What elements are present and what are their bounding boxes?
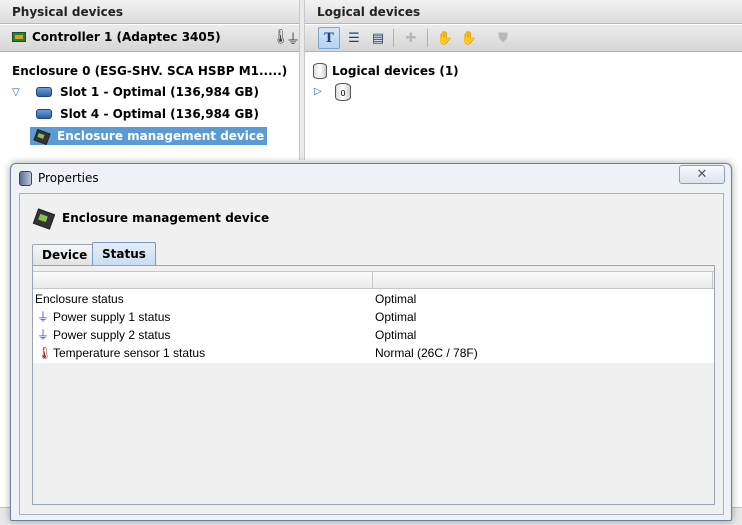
plug-icon: ⏚ [37,309,50,324]
device-heading: Enclosure management device [32,208,269,228]
add-icon[interactable]: ✚ [400,27,422,49]
properties-titlebar[interactable]: Properties [11,164,731,192]
row-name: Power supply 2 status [53,328,171,342]
table-row[interactable]: ⏚ Power supply 1 status Optimal [33,308,714,326]
row-name-cell: 🌡 Temperature sensor 1 status [37,346,205,360]
slot-4-item[interactable]: Slot 4 - Optimal (136,984 GB) [34,105,261,123]
properties-title: Properties [38,171,99,185]
status-table: Enclosure status Optimal ⏚ Power supply … [33,271,714,363]
table-row[interactable]: Enclosure status Optimal [33,290,714,308]
row-value: Optimal [375,292,417,306]
enclosure-management-label: Enclosure management device [57,129,265,143]
list-view-button[interactable]: ☰ [343,27,365,49]
enclosure-node[interactable]: Enclosure 0 (ESG-SHV. SCA HSBP M1.....) [12,64,287,78]
chip-icon [32,208,54,228]
close-button[interactable]: ✕ [679,165,725,184]
plug-icon: ⏚ [37,327,50,342]
logical-devices-header: Logical devices [305,0,742,24]
logical-devices-count-label: Logical devices (1) [332,64,459,78]
row-name-cell: ⏚ Power supply 1 status [37,310,170,324]
properties-content: Enclosure management device Device Statu… [19,193,724,515]
disk-icon [36,87,52,97]
slot-label: Slot 1 - Optimal (136,984 GB) [60,85,259,99]
chip-icon [33,129,49,143]
slot-1-item[interactable]: Slot 1 - Optimal (136,984 GB) [34,83,261,101]
thermometer-icon: 🌡 [37,345,53,360]
logical-disk-icon[interactable]: 0 [335,83,351,101]
controller-card-icon [12,32,26,42]
column-header-name[interactable] [33,272,373,289]
power-plug-icon[interactable]: ⏚ [286,29,300,49]
toolbar-separator [393,29,394,47]
table-row[interactable]: 🌡 Temperature sensor 1 status Normal (26… [33,344,714,362]
collapse-triangle-icon[interactable]: ▷ [314,86,322,97]
column-header-value[interactable] [373,272,713,289]
row-name: Temperature sensor 1 status [53,346,206,360]
row-value: Optimal [375,328,417,342]
physical-devices-header: Physical devices [0,0,299,24]
close-icon: ✕ [696,167,708,182]
row-name: Enclosure status [35,292,124,306]
properties-window-icon [19,170,32,186]
hand-icon[interactable]: ✋ [434,27,456,49]
logical-drives-icon [313,63,327,79]
enclosure-management-item[interactable]: Enclosure management device [30,127,268,145]
physical-devices-title: Physical devices [12,5,123,19]
table-header [33,271,714,289]
controller-item[interactable]: Controller 1 (Adaptec 3405) [12,30,221,44]
logical-devices-title: Logical devices [317,5,421,19]
status-tab-panel: Enclosure status Optimal ⏚ Power supply … [32,265,715,505]
logical-disk-number: 0 [340,89,346,98]
logical-devices-node[interactable]: Logical devices (1) [313,63,459,79]
slot-label: Slot 4 - Optimal (136,984 GB) [60,107,259,121]
row-name: Power supply 1 status [53,310,171,324]
controller-bar: Controller 1 (Adaptec 3405) 🌡 ⏚ [0,25,300,52]
device-name: Enclosure management device [62,211,270,225]
text-view-button[interactable]: T [318,27,340,49]
panel-splitter[interactable] [299,0,305,160]
hand-alt-icon[interactable]: ✋ [458,27,480,49]
properties-dialog: Properties ✕ Enclosure management device… [10,163,732,521]
tab-device-label: Device [42,248,88,262]
toolbar-separator [427,29,428,47]
controller-label: Controller 1 (Adaptec 3405) [32,30,221,44]
logical-toolbar: T ☰ ▤ ✚ ✋ ✋ ⛊ [305,25,742,52]
expand-triangle-icon[interactable]: ▽ [12,87,20,98]
row-value: Optimal [375,310,417,324]
tab-status[interactable]: Status [92,242,156,266]
tab-status-label: Status [102,247,146,261]
bar-view-button[interactable]: ▤ [367,27,389,49]
table-row[interactable]: ⏚ Power supply 2 status Optimal [33,326,714,344]
tab-device[interactable]: Device [32,244,98,266]
disk-icon [36,109,52,119]
row-name-cell: ⏚ Power supply 2 status [37,328,170,342]
row-value: Normal (26C / 78F) [375,346,478,360]
shield-icon[interactable]: ⛊ [492,27,514,49]
